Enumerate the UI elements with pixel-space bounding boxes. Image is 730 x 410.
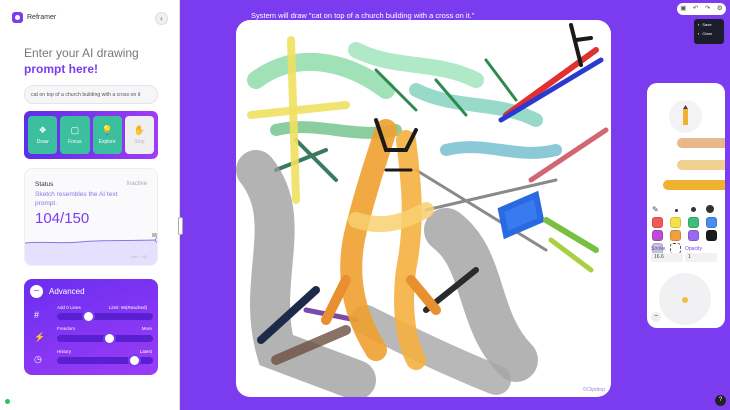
freedom-max-label: More (141, 326, 152, 331)
color-swatch[interactable] (706, 230, 717, 241)
clear-menu-item[interactable]: ▪ Clear (698, 31, 720, 36)
save-menu-item[interactable]: ▪ Save (698, 22, 720, 27)
save-icon[interactable]: ▣ (680, 5, 686, 12)
current-tool-badge (669, 100, 702, 133)
chat-icon: ▢ (70, 124, 80, 135)
status-state: Inactive (126, 181, 147, 187)
status-description: Sketch resembles the AI text prompt. (35, 191, 118, 207)
color-swatch[interactable] (652, 217, 663, 228)
brush-preview-wheel[interactable] (659, 273, 711, 325)
hash-icon: # (34, 310, 40, 320)
collapse-tools-button[interactable]: − (651, 312, 661, 322)
brush-option-2[interactable] (677, 160, 725, 170)
history-icon: ◷ (34, 354, 42, 364)
freedom-slider[interactable] (57, 332, 153, 345)
lines-slider-knob[interactable] (81, 310, 95, 323)
explore-button[interactable]: 💡 Explore (92, 116, 122, 154)
palette-icon: ❖ (38, 124, 47, 135)
chevron-left-icon: ‹ (160, 14, 163, 23)
score-wave-chart (25, 233, 157, 265)
draw-button[interactable]: ❖ Draw (28, 116, 58, 154)
color-swatch[interactable] (652, 230, 663, 241)
history-label: History (57, 349, 72, 354)
status-caption: Loss: ~108 (129, 255, 147, 259)
hand-icon: ✋ (133, 124, 145, 135)
lightning-icon: ⚡ (34, 332, 46, 342)
pencil-icon (683, 105, 688, 125)
stop-button[interactable]: ✋ Stop (124, 116, 154, 154)
size-dot-small[interactable] (675, 209, 678, 212)
add-lines-label: Add 0 Lines (57, 305, 81, 310)
opacity-label: Opacity (685, 246, 702, 252)
brush-panel: ✎ Stroke Opacity 16.6 1 − (647, 83, 725, 328)
limit-label: Limit: 96(Reached) (109, 305, 148, 310)
save-label: Save (702, 22, 712, 27)
draw-label: Draw (36, 138, 49, 145)
collapse-sidebar-button[interactable]: ‹ (155, 12, 168, 25)
connection-status-dot (5, 399, 10, 404)
drawing-status-text: System will draw "cat on top of a church… (251, 11, 475, 20)
stop-label: Stop (134, 138, 145, 145)
floppy-icon: ▪ (698, 22, 700, 27)
color-swatch[interactable] (688, 217, 699, 228)
sketch-drawing (236, 23, 609, 397)
lines-slider[interactable] (57, 310, 153, 323)
color-swatch[interactable] (670, 230, 681, 241)
history-max-label: Latest (139, 349, 152, 354)
mode-toolbar: ❖ Draw ▢ Focus 💡 Explore ✋ Stop (24, 111, 158, 159)
explore-label: Explore (98, 138, 116, 145)
color-swatch[interactable] (670, 217, 681, 228)
focus-button[interactable]: ▢ Focus (60, 116, 90, 154)
brush-option-1[interactable] (677, 138, 725, 148)
undo-icon[interactable]: ↶ (693, 5, 698, 12)
top-toolbar: ▣ ↶ ↷ ⚙ (677, 3, 726, 15)
opacity-field[interactable]: 1 (685, 253, 717, 262)
size-dot-large[interactable] (706, 205, 714, 213)
color-swatch[interactable] (688, 230, 699, 241)
freedom-label: Freedom (57, 326, 76, 331)
help-label: ? (718, 397, 723, 403)
redo-icon[interactable]: ↷ (705, 5, 710, 12)
status-card: Status Inactive Sketch resembles the AI … (24, 168, 158, 266)
minus-icon: − (653, 313, 659, 320)
resize-handle[interactable] (178, 217, 183, 235)
clear-label: Clear (702, 31, 712, 36)
status-score: 104/150 (35, 210, 90, 227)
status-title: Status (35, 181, 54, 188)
brush-preview-dot (682, 297, 688, 303)
stroke-field[interactable]: 16.6 (651, 253, 683, 262)
title-line-1: Enter your AI drawing (24, 46, 139, 60)
collapse-advanced-button[interactable]: − (30, 285, 43, 298)
focus-label: Focus (68, 138, 82, 145)
advanced-title: Advanced (49, 287, 85, 296)
stroke-label: Stroke (651, 246, 666, 252)
prompt-input[interactable] (24, 85, 158, 104)
history-slider[interactable] (57, 354, 153, 367)
app-name: Reframer (27, 14, 57, 21)
history-slider-knob[interactable] (127, 354, 141, 367)
watermark: ©Clipdrop (582, 387, 605, 393)
drawing-canvas[interactable]: ©Clipdrop (236, 20, 611, 397)
minus-icon: − (33, 286, 40, 297)
trash-icon: ▪ (698, 31, 700, 36)
help-button[interactable]: ? (715, 395, 726, 406)
left-panel: Reframer ‹ Enter your AI drawing prompt … (0, 0, 180, 410)
page-title: Enter your AI drawing prompt here! (24, 45, 174, 77)
save-menu: ▪ Save ▪ Clear (694, 19, 724, 44)
freedom-slider-knob[interactable] (102, 332, 116, 345)
logo-icon (12, 12, 23, 23)
title-line-2: prompt here! (24, 62, 99, 76)
size-dot-medium[interactable] (691, 207, 696, 212)
settings-icon[interactable]: ⚙ (717, 5, 723, 12)
color-swatch[interactable] (706, 217, 717, 228)
eyedropper-icon[interactable]: ✎ (652, 205, 659, 214)
brush-option-3[interactable] (663, 180, 725, 190)
advanced-panel: − Advanced # Add 0 Lines Limit: 96(Reach… (24, 279, 158, 375)
lightbulb-icon: 💡 (101, 124, 113, 135)
app-logo: Reframer (12, 12, 56, 23)
